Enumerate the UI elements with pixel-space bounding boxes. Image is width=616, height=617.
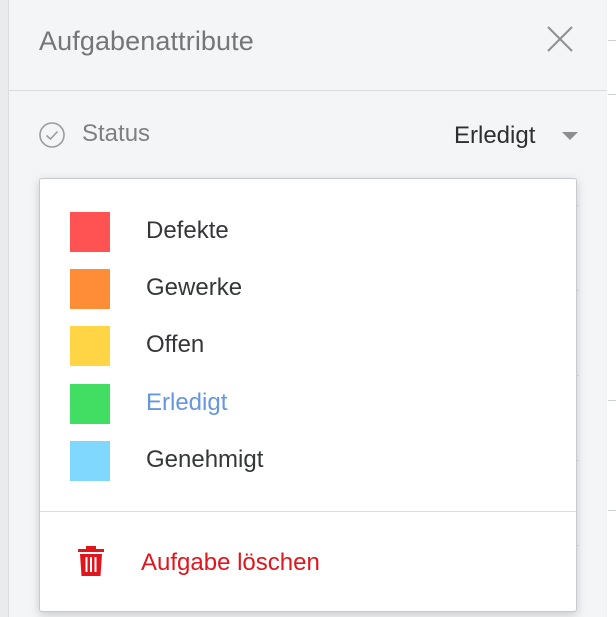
option-label: Defekte (146, 217, 229, 244)
background-strip (0, 0, 8, 617)
background-divider (608, 40, 616, 41)
status-selected-value: Erledigt (454, 122, 536, 149)
status-option-offen[interactable]: Offen (40, 313, 576, 369)
delete-task-button[interactable]: Aufgabe löschen (40, 529, 576, 595)
close-button[interactable] (545, 24, 575, 54)
check-circle-icon (39, 122, 65, 148)
status-label: Status (82, 120, 151, 147)
close-icon (547, 26, 573, 52)
status-option-genehmigt[interactable]: Genehmigt (40, 428, 576, 484)
panel-title: Aufgabenattribute (39, 26, 254, 56)
status-row: Status Erledigt (9, 100, 607, 170)
option-label: Offen (146, 331, 205, 358)
color-swatch (70, 212, 110, 252)
page: Aufgabenattribute Status Erledigt Defekt… (0, 0, 616, 617)
status-option-erledigt[interactable]: Erledigt (40, 371, 576, 427)
option-label: Gewerke (146, 274, 243, 301)
color-swatch (70, 441, 110, 481)
status-select[interactable]: Erledigt (449, 118, 589, 154)
panel-header: Aufgabenattribute (9, 0, 607, 91)
delete-task-label: Aufgabe löschen (141, 549, 320, 576)
color-swatch (70, 269, 110, 309)
caret-down-icon (562, 132, 578, 140)
background-content-edge (606, 0, 616, 617)
status-option-gewerke[interactable]: Gewerke (40, 256, 576, 312)
background-divider (608, 510, 616, 511)
status-dropdown-menu: Defekte Gewerke Offen Erledigt Genehmigt (39, 178, 577, 612)
background-divider (608, 94, 616, 95)
option-label: Erledigt (146, 389, 228, 416)
status-option-defekte[interactable]: Defekte (40, 199, 576, 255)
color-swatch (70, 326, 110, 366)
trash-icon (78, 546, 104, 576)
color-swatch (70, 384, 110, 424)
background-divider (608, 400, 616, 401)
option-label: Genehmigt (146, 446, 264, 473)
menu-divider (40, 511, 576, 512)
